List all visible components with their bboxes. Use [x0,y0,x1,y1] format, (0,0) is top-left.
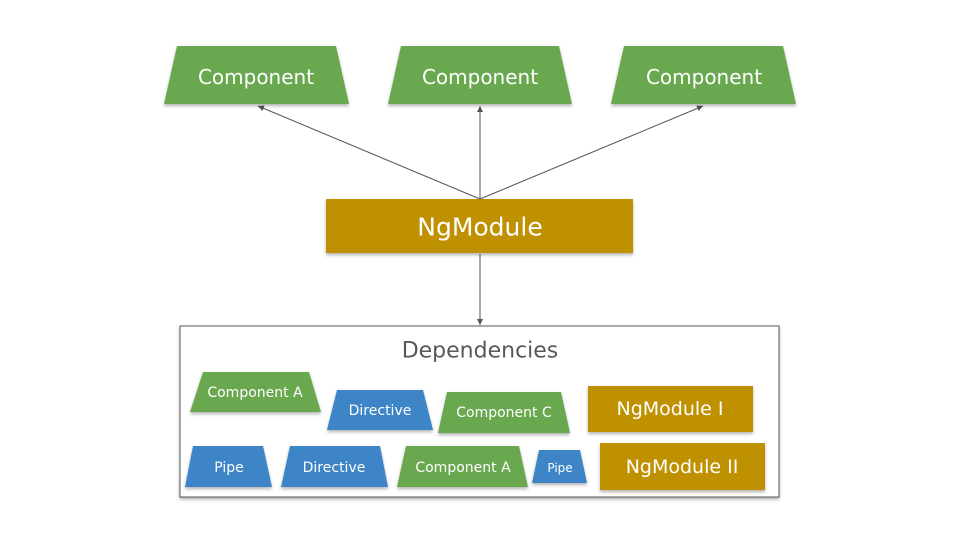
dep-ngmodule-ii: NgModule II [600,443,765,490]
dep-label: Directive [303,460,366,476]
arrow-to-component-1 [257,105,481,200]
dep-pipe-2: Pipe [532,450,587,483]
dep-label: Pipe [547,461,572,475]
dep-ngmodule-i: NgModule I [588,386,753,432]
dep-component-a: Component A [190,372,321,412]
component-node-2: Component [388,46,572,104]
dep-label: Component A [415,460,511,476]
root-ngmodule-label: NgModule [417,213,542,242]
dep-label: Component A [207,385,303,401]
component-node-1: Component [164,46,349,104]
component-node-label: Component [198,65,314,89]
dep-label: Pipe [214,460,244,476]
ngmodule-diagram: Component Component Component NgModule D… [164,46,796,498]
dep-component-c: Component C [438,392,570,433]
component-node-label: Component [646,65,762,89]
component-node-label: Component [422,65,538,89]
dep-label: NgModule I [616,398,723,420]
dep-pipe: Pipe [185,446,272,487]
arrow-to-component-3 [479,105,704,200]
dep-component-a-2: Component A [397,446,528,487]
dep-label: Directive [349,403,412,419]
dep-label: NgModule II [626,456,739,478]
dep-label: Component C [456,405,552,421]
dep-directive-2: Directive [281,446,388,487]
dependencies-title: Dependencies [402,339,559,364]
root-ngmodule-node: NgModule [326,199,633,253]
component-node-3: Component [611,46,796,104]
dep-directive: Directive [327,390,433,430]
